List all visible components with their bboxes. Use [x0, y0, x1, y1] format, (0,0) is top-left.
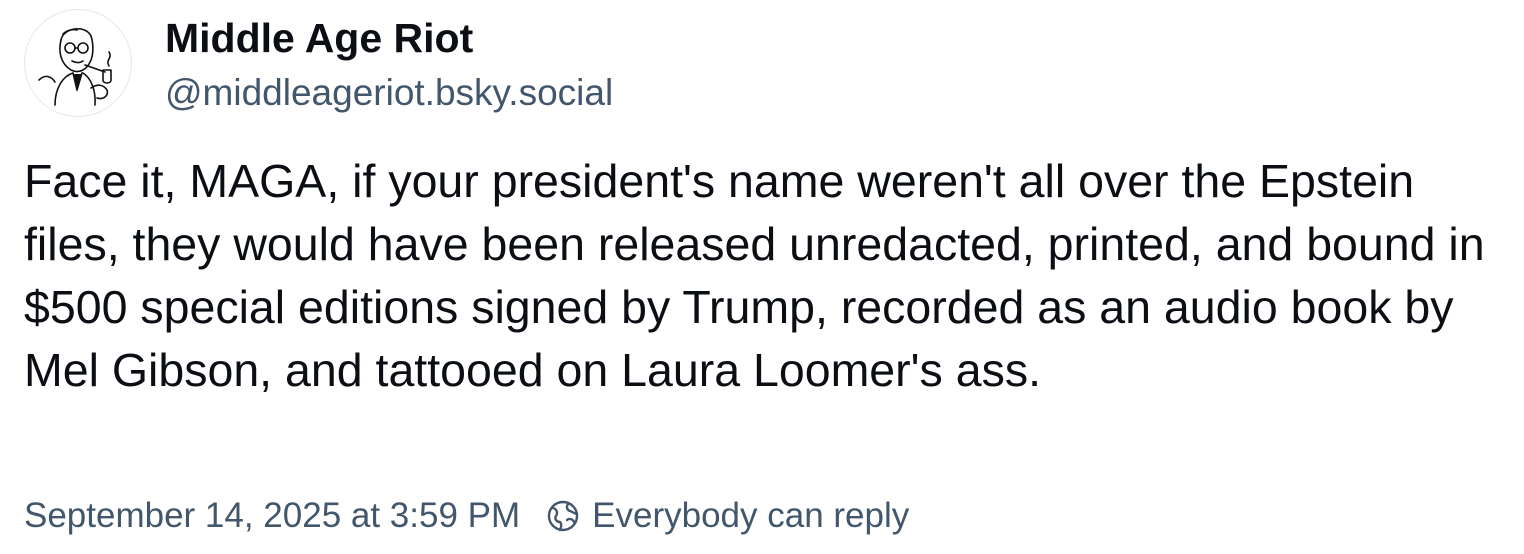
post-text: Face it, MAGA, if your president's name … — [24, 155, 1485, 396]
vintage-man-with-pipe-avatar-icon — [38, 28, 112, 106]
globe-icon — [546, 499, 580, 533]
author-handle[interactable]: @middleageriot.bsky.social — [165, 70, 613, 116]
post-meta: September 14, 2025 at 3:59 PM Everybody … — [24, 494, 909, 538]
post-timestamp[interactable]: September 14, 2025 at 3:59 PM — [24, 496, 520, 536]
reply-setting-label: Everybody can reply — [592, 496, 910, 535]
author-avatar[interactable] — [24, 9, 132, 117]
post-card: Middle Age Riot @middleageriot.bsky.soci… — [0, 0, 1524, 554]
author-display-name[interactable]: Middle Age Riot — [165, 12, 473, 64]
